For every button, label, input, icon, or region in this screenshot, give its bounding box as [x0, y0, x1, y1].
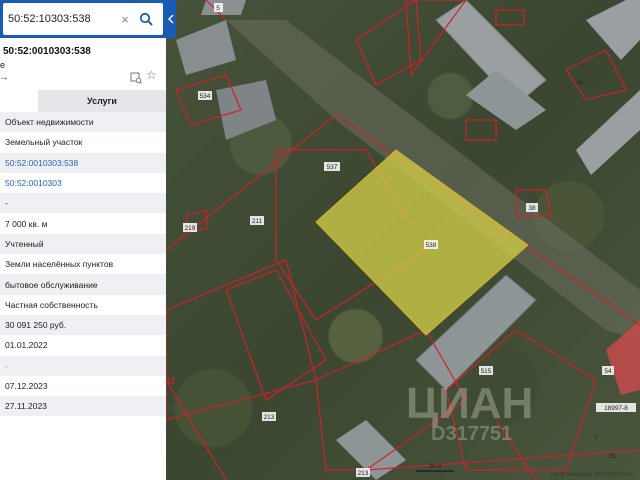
clear-icon[interactable]: ×: [118, 12, 132, 27]
parcel-label: 213: [264, 414, 275, 421]
scale-label: 30 м: [429, 464, 441, 470]
detail-row-quarter-link[interactable]: 50:52:0010303: [0, 173, 166, 193]
page-title: 50:52:0010303:538: [3, 45, 91, 57]
detail-row-ownership: Частная собственность: [5, 299, 98, 310]
parcel-label: 31: [576, 79, 584, 86]
parcel-label: 38: [528, 205, 536, 212]
search-input[interactable]: [3, 13, 118, 25]
object-header: 50:52:0010303:538: [0, 38, 166, 64]
parcel-label: 538: [426, 242, 437, 249]
building-block: [216, 80, 276, 140]
detail-row-update-date: 27.11.2023: [0, 396, 166, 417]
parcel-label: 219: [185, 225, 196, 232]
detail-row-value-date: 01.01.2022: [5, 340, 48, 351]
tabs: Услуги: [0, 90, 166, 112]
building-block: [586, 0, 640, 60]
detail-row-area: 7 000 кв. м: [5, 218, 48, 229]
subheader-fragment: е: [0, 60, 6, 70]
parcel-label: 211: [252, 218, 263, 225]
search-icon[interactable]: [136, 9, 156, 29]
map-layer-icon[interactable]: [130, 71, 142, 84]
parcel-label: 213: [358, 470, 369, 477]
detail-row-land-type: Земельный участок: [5, 137, 83, 148]
detail-row-registration-date: 07.12.2023: [5, 381, 48, 391]
detail-row-category: Земли населённых пунктов: [5, 259, 114, 270]
watermark: ЦИАН: [406, 379, 533, 428]
details-list: Объект недвижимости Земельный участок 50…: [0, 112, 166, 417]
parcel-label: 7: [594, 435, 598, 442]
detail-row-permitted-use: бытовое обслуживание: [0, 274, 166, 295]
watermark-id: D317751: [431, 423, 512, 445]
building-block: [576, 90, 640, 175]
detail-row-dash: -: [0, 355, 166, 376]
object-subheader: е → ☆: [0, 60, 166, 88]
map-overlay: ЦИАН D317751 538 537 211 534 219 515 213…: [166, 0, 640, 480]
edge-label: 03: [166, 376, 176, 387]
search-box: ×: [3, 3, 163, 35]
search-bar: ×: [0, 0, 166, 38]
parcel-label: 515: [481, 368, 492, 375]
cadastral-map[interactable]: ЦИАН D317751 538 537 211 534 219 515 213…: [166, 0, 640, 480]
detail-row-object-type: Объект недвижимости: [0, 112, 166, 133]
detail-row-cadastral-value: 30 091 250 руб.: [0, 314, 166, 336]
parcel-label: 534: [200, 93, 211, 100]
tab-info[interactable]: [0, 90, 38, 112]
parcel-label: 35: [608, 453, 616, 460]
collapse-sidebar-button[interactable]: [166, 0, 176, 38]
chevron-left-icon: [168, 14, 174, 24]
favorite-star-icon[interactable]: ☆: [146, 68, 157, 82]
parcel-label: 54: [604, 368, 612, 375]
detail-row-dash: -: [0, 193, 166, 214]
detail-row-status: Учтенный: [0, 233, 166, 255]
building-block: [176, 20, 236, 75]
address-label: 18997-8: [604, 405, 628, 412]
tab-services[interactable]: Услуги: [38, 90, 166, 112]
parcel-label: 537: [327, 164, 338, 171]
arrow-icon: →: [0, 72, 9, 83]
detail-row-cadastral-number-link[interactable]: 50:52:0010303:538: [0, 152, 166, 173]
parcel-label: 5: [216, 5, 220, 12]
info-sidebar: × 50:52:0010303:538 е → ☆ Услуги Объект …: [0, 0, 166, 480]
map-attribution: Гик Ф Энергостр 2010-2024 | Esri: [550, 472, 634, 478]
